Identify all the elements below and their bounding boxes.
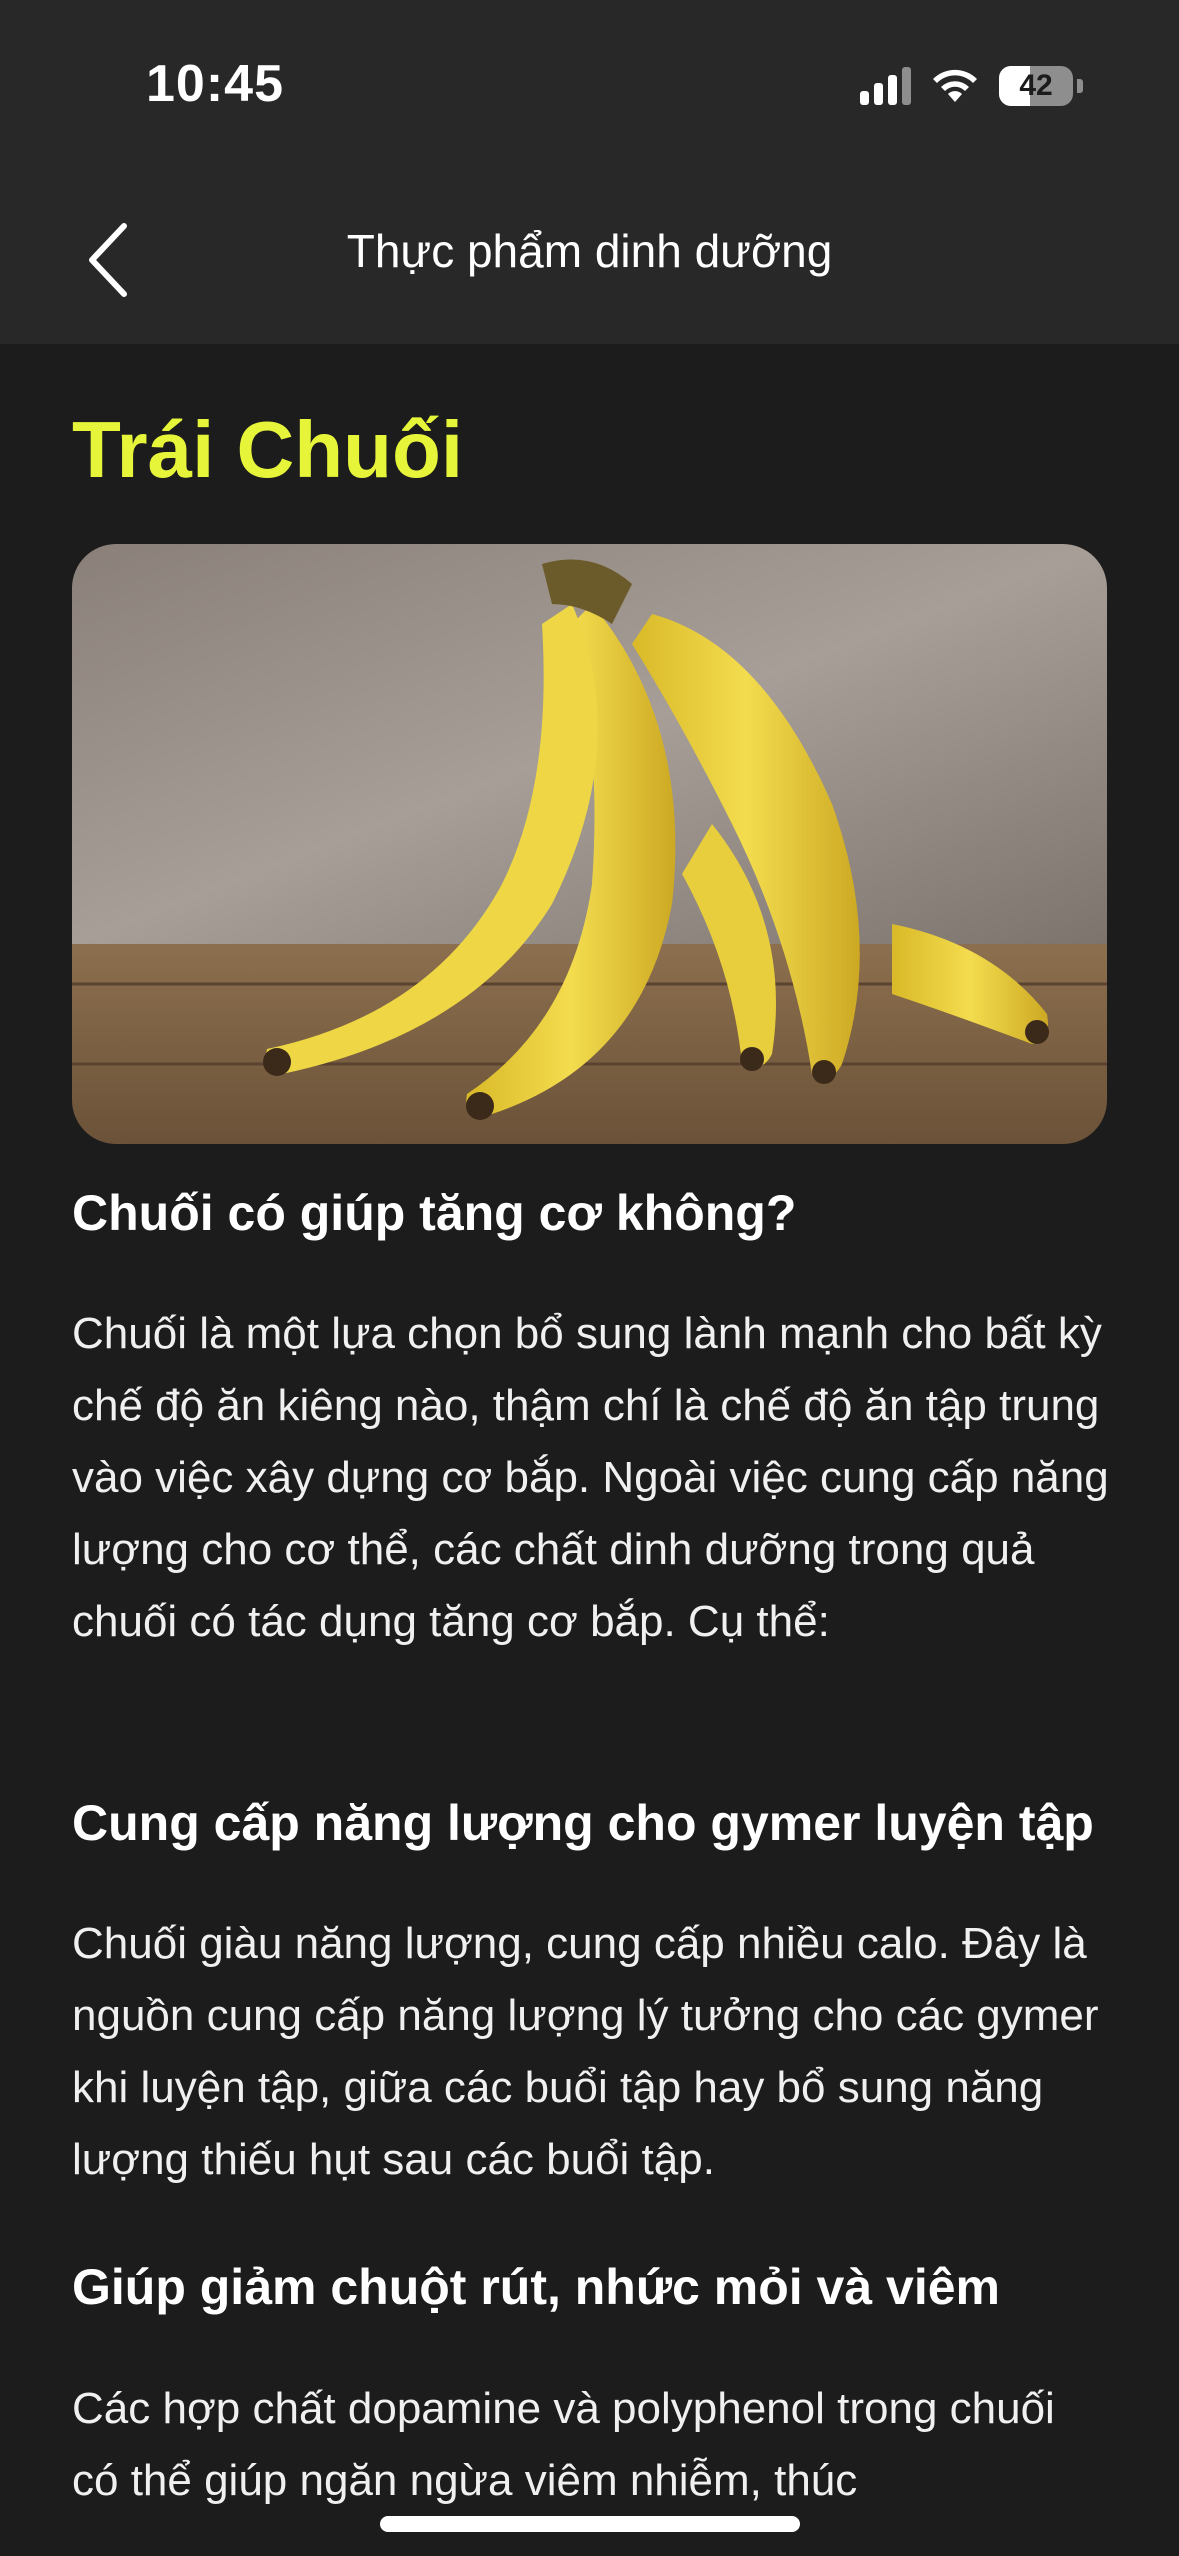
- banana-photo: [72, 544, 1107, 1144]
- article-content[interactable]: Trái Chuối Chuối có giúp tăng cơ không? …: [0, 344, 1179, 2556]
- section-heading-3: Giúp giảm chuột rút, nhức mỏi và viêm: [72, 2259, 1001, 2315]
- battery-icon: 42: [999, 66, 1073, 106]
- section-body-2: Chuối giàu năng lượng, cung cấp nhiều ca…: [72, 1919, 1099, 2184]
- signal-icon: [860, 67, 911, 105]
- status-bar: 10:45 42: [0, 0, 1179, 180]
- home-indicator[interactable]: [380, 2516, 800, 2532]
- page-header-title: Thực phẩm dinh dưỡng: [346, 225, 833, 277]
- status-icons: 42: [860, 62, 1083, 110]
- nav-header: Thực phẩm dinh dưỡng: [0, 180, 1179, 344]
- wifi-icon: [929, 66, 981, 106]
- battery-level: 42: [1019, 69, 1053, 102]
- battery-nub: [1077, 79, 1083, 93]
- status-time: 10:45: [146, 55, 284, 113]
- section-heading-1: Chuối có giúp tăng cơ không?: [72, 1185, 797, 1241]
- section-heading-2: Cung cấp năng lượng cho gymer luyện tập: [72, 1795, 1094, 1851]
- article-title: Trái Chuối: [72, 405, 464, 494]
- section-body-1: Chuối là một lựa chọn bổ sung lành mạnh …: [72, 1309, 1109, 1646]
- section-body-3: Các hợp chất dopamine và polyphenol tron…: [72, 2384, 1055, 2505]
